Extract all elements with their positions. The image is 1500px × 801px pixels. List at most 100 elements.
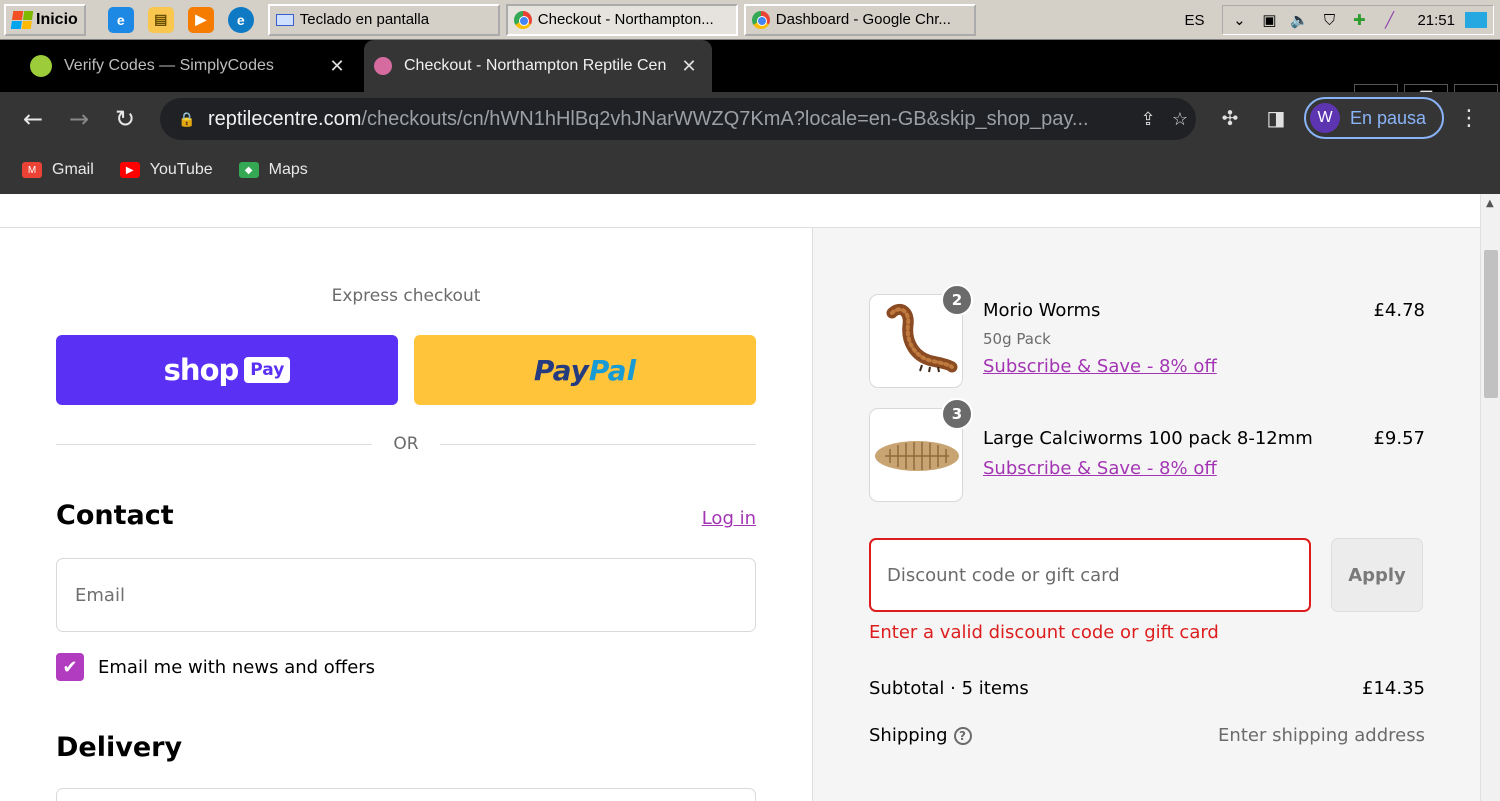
subscribe-link[interactable]: Subscribe & Save - 8% off [983, 458, 1217, 479]
help-icon[interactable]: ? [953, 727, 972, 745]
windows-logo-icon [10, 10, 34, 29]
newsletter-label: Email me with news and offers [98, 656, 376, 678]
taskbar-item-dashboard[interactable]: Dashboard - Google Chr... [743, 3, 976, 36]
paypal-logo-pay: Pay [533, 353, 589, 387]
usb-icon[interactable]: ⛉ [1319, 10, 1339, 30]
edge-icon[interactable]: e [227, 6, 254, 33]
subscribe-link[interactable]: Subscribe & Save - 8% off [983, 356, 1217, 377]
taskbar-item-keyboard[interactable]: Teclado en pantalla [267, 3, 500, 36]
youtube-icon: ▶ [119, 162, 140, 178]
tab-verify-codes[interactable]: Verify Codes — SimplyCodes ✕ [20, 40, 360, 92]
scrollbar-thumb[interactable] [1484, 250, 1498, 398]
chevron-down-icon[interactable]: ⌄ [1229, 10, 1249, 30]
share-icon[interactable]: ⇪ [1132, 109, 1164, 130]
pen-icon[interactable]: ╱ [1379, 10, 1399, 30]
network-icon[interactable]: ▣ [1259, 10, 1279, 30]
clock[interactable]: 21:51 [1417, 12, 1455, 29]
scroll-up-icon[interactable]: ▲ [1486, 198, 1494, 209]
paypal-button[interactable]: Pay Pal [414, 335, 756, 405]
browser-toolbar: ← → ↻ 🔒 reptilecentre.com /checkouts/cn/… [0, 92, 1500, 146]
order-summary: 2 Morio Worms 50g Pack Subscribe & Save … [812, 228, 1480, 801]
back-icon[interactable]: ← [18, 104, 48, 134]
or-label: OR [393, 434, 419, 454]
start-button[interactable]: Inicio [4, 3, 86, 36]
chrome-icon [751, 10, 770, 29]
bookmark-youtube[interactable]: ▶ YouTube [119, 161, 213, 179]
system-tray: ES ⌄ ▣ 🔈 ⛉ ✚ ╱ 21:51 [1184, 4, 1500, 36]
reload-icon[interactable]: ↻ [110, 104, 140, 134]
item-name: Large Calciworms 100 pack 8-12mm [983, 428, 1313, 449]
address-bar[interactable]: 🔒 reptilecentre.com /checkouts/cn/hWN1hH… [160, 98, 1196, 140]
bookmark-label: YouTube [149, 161, 213, 178]
contact-heading: Contact [56, 500, 174, 531]
paypal-logo-pal: Pal [588, 353, 637, 387]
bookmark-label: Maps [268, 161, 308, 178]
item-price: £9.57 [1373, 428, 1425, 449]
internet-explorer-icon[interactable]: e [107, 6, 134, 33]
kebab-menu-icon[interactable]: ⋮ [1458, 106, 1480, 131]
bookmark-gmail[interactable]: M Gmail [22, 161, 94, 179]
side-panel-icon[interactable]: ◨ [1262, 106, 1290, 130]
page-header-band [0, 194, 1480, 228]
security-icon[interactable]: ✚ [1349, 10, 1369, 30]
or-divider: OR [56, 433, 756, 455]
checkmark-icon[interactable]: ✔ [56, 653, 84, 681]
folder-icon[interactable]: ▤ [147, 6, 174, 33]
profile-button[interactable]: W En pausa [1304, 97, 1444, 139]
windows-taskbar: Inicio e ▤ ▶ e Teclado en pantalla Check… [0, 0, 1500, 40]
lock-icon[interactable]: 🔒 [178, 111, 196, 128]
email-field[interactable]: Email [56, 558, 756, 632]
apply-button[interactable]: Apply [1331, 538, 1423, 612]
close-icon[interactable]: ✕ [326, 56, 348, 77]
shipping-row: Shipping? Enter shipping address [869, 725, 1425, 746]
page-scrollbar[interactable]: ▲ [1480, 194, 1500, 801]
forward-icon[interactable]: → [64, 104, 94, 134]
newsletter-checkbox-row[interactable]: ✔ Email me with news and offers [56, 653, 375, 681]
url-path: /checkouts/cn/hWN1hHlBq2vhJNarWWZQ7KmA?l… [361, 107, 1089, 130]
subtotal-value: £14.35 [1362, 678, 1425, 699]
gmail-icon: M [22, 162, 42, 178]
volume-icon[interactable]: 🔈 [1289, 10, 1309, 30]
media-player-icon[interactable]: ▶ [187, 6, 214, 33]
express-checkout-label: Express checkout [331, 286, 481, 306]
log-in-link[interactable]: Log in [690, 508, 756, 529]
simplycodes-icon [30, 55, 52, 77]
extensions-icon[interactable]: ✣ [1216, 106, 1244, 130]
tab-checkout[interactable]: Checkout - Northampton Reptile Cen ✕ [364, 40, 712, 92]
url-host: reptilecentre.com [208, 107, 362, 130]
keyboard-icon [275, 13, 294, 26]
maps-icon: ◆ [238, 162, 259, 178]
reptile-centre-icon [374, 57, 392, 75]
checkout-page: Express checkout shop Pay Pay Pal OR Cont… [0, 194, 1480, 801]
shop-pay-pay-text: Pay [244, 357, 291, 383]
checkout-main: Express checkout shop Pay Pay Pal OR Cont… [0, 228, 812, 801]
subtotal-label: Subtotal · 5 items [869, 678, 1029, 699]
line-item: 2 Morio Worms 50g Pack Subscribe & Save … [869, 284, 1425, 390]
delivery-heading: Delivery [56, 732, 183, 763]
discount-error-message: Enter a valid discount code or gift card [869, 622, 1219, 643]
tray-icons: ⌄ ▣ 🔈 ⛉ ✚ ╱ 21:51 [1222, 5, 1494, 35]
bookmark-maps[interactable]: ◆ Maps [238, 161, 308, 179]
tab-title: Checkout - Northampton Reptile Cen [404, 57, 667, 74]
show-desktop-icon[interactable] [1465, 12, 1487, 28]
shop-pay-button[interactable]: shop Pay [56, 335, 398, 405]
tab-title: Verify Codes — SimplyCodes [64, 57, 274, 74]
delivery-country-select[interactable] [56, 788, 756, 801]
bookmark-star-icon[interactable]: ☆ [1164, 109, 1196, 130]
start-label: Inicio [36, 10, 78, 28]
shop-pay-shop-text: shop [163, 353, 240, 387]
subtotal-row: Subtotal · 5 items £14.35 [869, 678, 1425, 699]
discount-code-input[interactable]: Discount code or gift card [869, 538, 1311, 612]
taskbar-item-label: Teclado en pantalla [299, 11, 430, 28]
item-price: £4.78 [1373, 300, 1425, 321]
taskbar-item-checkout[interactable]: Checkout - Northampton... [505, 3, 738, 36]
shipping-value: Enter shipping address [1218, 725, 1425, 746]
quantity-badge: 3 [941, 398, 973, 430]
close-icon[interactable]: ✕ [678, 56, 700, 77]
shipping-label: Shipping [869, 725, 948, 746]
language-indicator[interactable]: ES [1184, 12, 1204, 29]
avatar: W [1310, 103, 1340, 133]
item-variant: 50g Pack [983, 330, 1051, 348]
line-item: 3 Large Calciworms 100 pack 8-12mm Subsc… [869, 398, 1425, 504]
bookmark-label: Gmail [52, 161, 94, 178]
